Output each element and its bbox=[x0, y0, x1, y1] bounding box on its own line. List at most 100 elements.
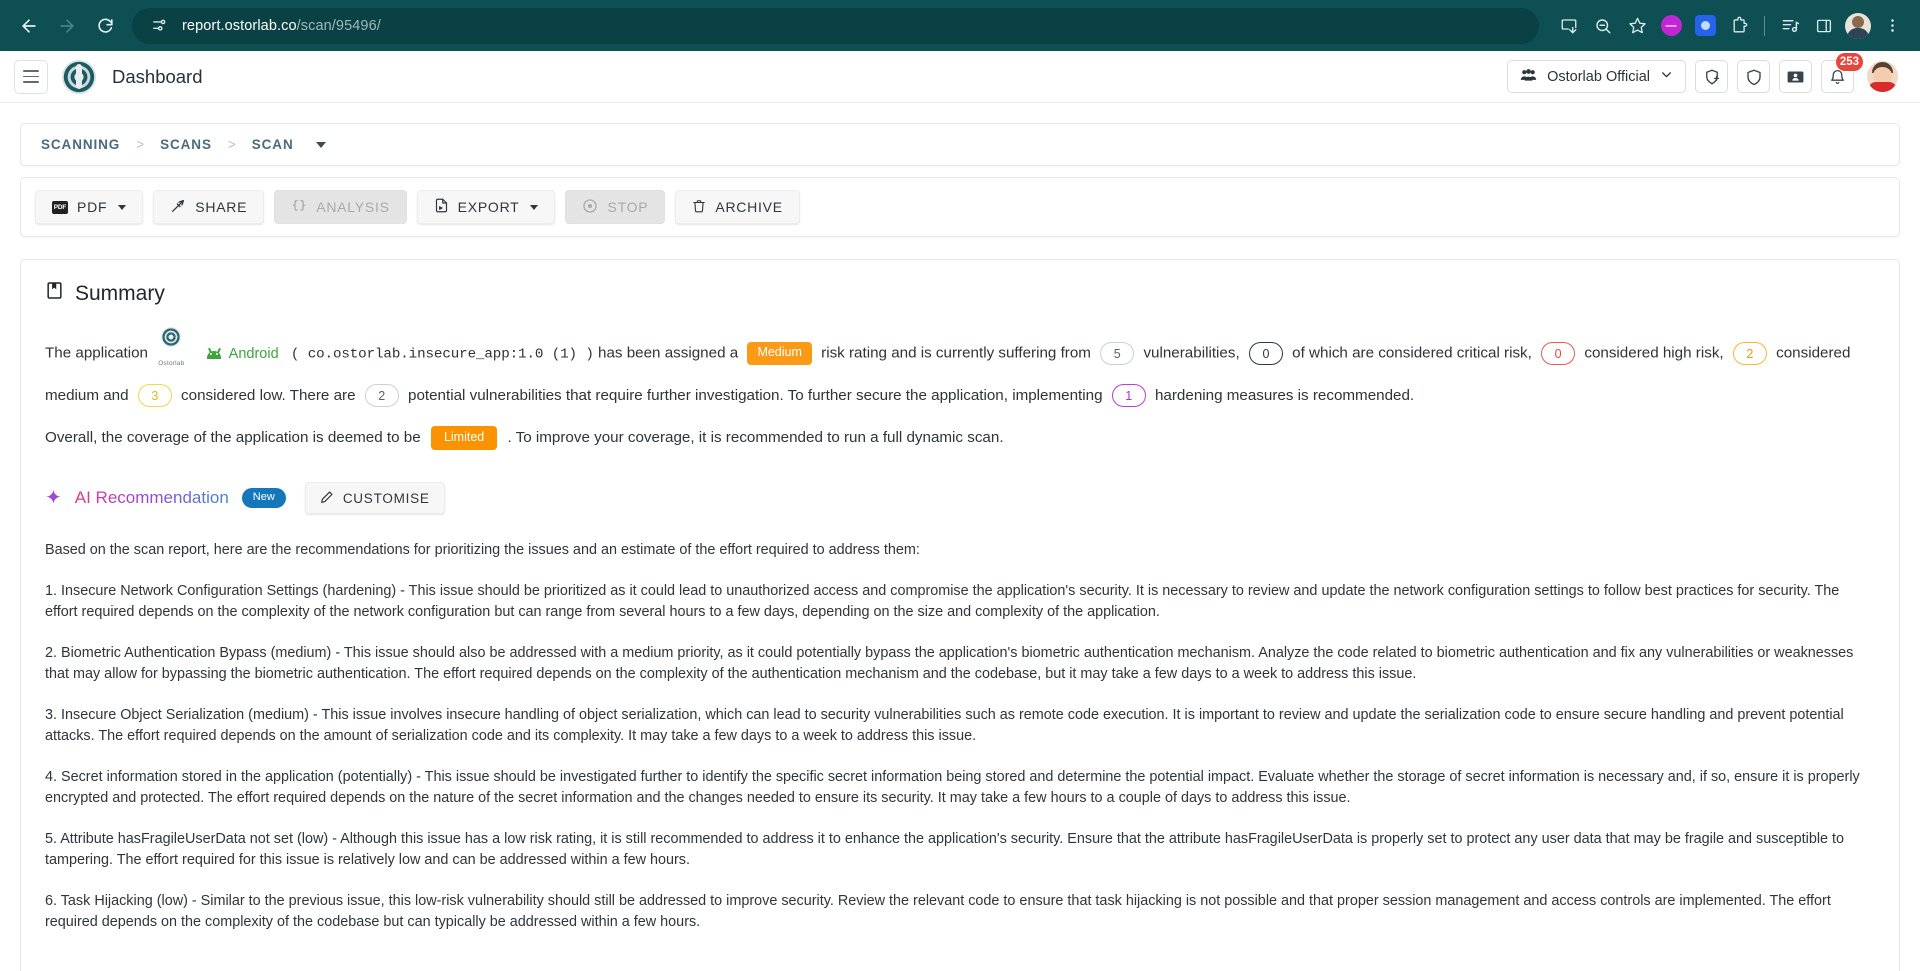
critical-count[interactable]: 0 bbox=[1248, 342, 1283, 365]
archive-trash-icon bbox=[692, 198, 706, 217]
chevron-down-icon bbox=[1660, 68, 1673, 85]
stop-button: STOP bbox=[565, 190, 666, 224]
analysis-button: ANALYSIS bbox=[274, 190, 407, 224]
export-file-icon bbox=[434, 197, 449, 217]
site-settings-icon[interactable] bbox=[146, 13, 172, 39]
export-button[interactable]: EXPORT bbox=[416, 190, 556, 224]
android-icon bbox=[206, 347, 223, 359]
ai-recommendation-item: 3. Insecure Object Serialization (medium… bbox=[45, 706, 1844, 745]
header-actions: Ostorlab Official 253 bbox=[1507, 53, 1898, 93]
reading-list-icon[interactable] bbox=[1774, 10, 1806, 42]
summary-after-low: considered low. There are bbox=[181, 387, 356, 404]
low-count[interactable]: 3 bbox=[137, 384, 172, 408]
analysis-button-label: ANALYSIS bbox=[316, 199, 390, 215]
ostorlab-logo bbox=[62, 59, 96, 94]
add-shield-button[interactable] bbox=[1695, 60, 1728, 93]
address-bar[interactable]: report.ostorlab.co/scan/95496/ bbox=[132, 7, 1539, 44]
summary-after-potential: potential vulnerabilities that require f… bbox=[408, 387, 1103, 404]
page-content: SCANNING > SCANS > SCAN PDF PDF SHARE AN… bbox=[0, 103, 1920, 971]
group-icon bbox=[1520, 68, 1537, 86]
extensions-puzzle-icon[interactable] bbox=[1723, 10, 1755, 42]
extension-purple-icon[interactable]: — bbox=[1655, 10, 1687, 42]
browser-action-icons: — bbox=[1553, 10, 1908, 42]
summary-paragraph: The application Ostorlab Android ( co.os… bbox=[45, 327, 1875, 412]
stop-button-label: STOP bbox=[607, 199, 649, 215]
reload-icon[interactable] bbox=[88, 9, 122, 43]
tickets-button[interactable] bbox=[1779, 60, 1812, 93]
pdf-icon: PDF bbox=[52, 200, 68, 214]
hamburger-menu-icon[interactable] bbox=[14, 59, 48, 94]
notification-badge: 253 bbox=[1835, 53, 1863, 71]
chrome-menu-icon[interactable] bbox=[1876, 10, 1908, 42]
summary-after-high: considered high risk, bbox=[1584, 344, 1724, 362]
high-count[interactable]: 0 bbox=[1541, 342, 1576, 365]
summary-card: Summary The application Ostorlab Android… bbox=[20, 259, 1900, 971]
coverage-paragraph: Overall, the coverage of the application… bbox=[45, 422, 1875, 454]
breadcrumb-item-scanning[interactable]: SCANNING bbox=[41, 137, 120, 152]
summary-after-critical: of which are considered critical risk, bbox=[1292, 344, 1532, 362]
breadcrumb-caret-down-icon[interactable] bbox=[315, 141, 326, 148]
breadcrumb-item-scans[interactable]: SCANS bbox=[160, 137, 212, 152]
platform-label: Android bbox=[228, 345, 279, 362]
url-text: report.ostorlab.co/scan/95496/ bbox=[182, 18, 381, 34]
new-badge: New bbox=[241, 487, 286, 509]
zoom-out-icon[interactable] bbox=[1587, 10, 1619, 42]
chevron-down-icon bbox=[530, 204, 539, 210]
org-selector-label: Ostorlab Official bbox=[1547, 68, 1650, 85]
side-panel-icon[interactable] bbox=[1808, 10, 1840, 42]
page-title: Dashboard bbox=[112, 65, 203, 87]
ai-recommendation-title: AI Recommendation bbox=[74, 488, 229, 507]
ai-recommendation-item: 5. Attribute hasFragileUserData not set … bbox=[45, 830, 1845, 869]
package-name: ( co.ostorlab.insecure_app:1.0 (1) ) bbox=[290, 346, 594, 363]
ai-recommendation-item: 2. Biometric Authentication Bypass (medi… bbox=[45, 644, 1854, 683]
back-arrow-icon[interactable] bbox=[12, 9, 46, 43]
archive-button[interactable]: ARCHIVE bbox=[675, 190, 800, 224]
profile-avatar[interactable] bbox=[1842, 10, 1874, 42]
potential-count[interactable]: 2 bbox=[364, 384, 399, 408]
breadcrumb-separator: > bbox=[227, 137, 236, 152]
ai-recommendation-item: 1. Insecure Network Configuration Settin… bbox=[45, 582, 1840, 621]
share-button[interactable]: SHARE bbox=[153, 190, 265, 224]
url-domain: report.ostorlab.co bbox=[182, 17, 297, 34]
ai-intro: Based on the scan report, here are the r… bbox=[45, 542, 920, 558]
summary-after-rating: risk rating and is currently suffering f… bbox=[821, 344, 1091, 362]
summary-title: Summary bbox=[75, 281, 165, 305]
breadcrumb-item-scan[interactable]: SCAN bbox=[252, 137, 294, 152]
shield-button[interactable] bbox=[1737, 60, 1770, 93]
notifications-button[interactable]: 253 bbox=[1821, 53, 1863, 93]
pdf-button-label: PDF bbox=[77, 199, 108, 215]
medium-count[interactable]: 2 bbox=[1732, 342, 1767, 365]
export-button-label: EXPORT bbox=[457, 199, 520, 215]
share-button-label: SHARE bbox=[195, 199, 248, 215]
risk-rating-badge: Medium bbox=[747, 342, 812, 365]
bookmark-icon bbox=[45, 280, 64, 307]
summary-header: Summary bbox=[45, 280, 1875, 307]
bookmark-star-icon[interactable] bbox=[1621, 10, 1653, 42]
breadcrumb-card: SCANNING > SCANS > SCAN bbox=[20, 123, 1900, 166]
ai-recommendation-item: 4. Secret information stored in the appl… bbox=[45, 768, 1860, 807]
summary-after-package: has been assigned a bbox=[598, 344, 739, 362]
extension-blue-icon[interactable] bbox=[1689, 10, 1721, 42]
chevron-down-icon bbox=[118, 204, 127, 210]
coverage-badge: Limited bbox=[430, 425, 498, 451]
install-app-icon[interactable] bbox=[1553, 10, 1585, 42]
user-avatar[interactable] bbox=[1867, 61, 1898, 92]
pencil-icon bbox=[320, 490, 334, 507]
customise-button-label: CUSTOMISE bbox=[342, 490, 430, 506]
vulnerability-count[interactable]: 5 bbox=[1100, 342, 1135, 365]
breadcrumb-separator: > bbox=[136, 137, 145, 152]
ai-recommendation-header: ✦ AI Recommendation New CUSTOMISE bbox=[45, 482, 1875, 514]
forward-arrow-icon bbox=[50, 9, 84, 43]
ai-recommendation-body: Based on the scan report, here are the r… bbox=[45, 540, 1875, 934]
customise-button[interactable]: CUSTOMISE bbox=[304, 482, 445, 514]
summary-after-hardening: hardening measures is recommended. bbox=[1154, 387, 1415, 404]
hardening-count[interactable]: 1 bbox=[1111, 384, 1146, 408]
app-header: Dashboard Ostorlab Official 253 bbox=[0, 51, 1920, 103]
ai-recommendation-item: 6. Task Hijacking (low) - Similar to the… bbox=[45, 892, 1831, 931]
url-path: /scan/95496/ bbox=[296, 17, 381, 34]
org-selector[interactable]: Ostorlab Official bbox=[1507, 60, 1686, 93]
platform-badge: Android bbox=[206, 338, 279, 370]
pdf-button[interactable]: PDF PDF bbox=[35, 190, 144, 224]
action-toolbar: PDF PDF SHARE ANALYSIS EXPORT STOP ARCHI… bbox=[20, 177, 1900, 237]
browser-toolbar: report.ostorlab.co/scan/95496/ — bbox=[0, 0, 1920, 51]
